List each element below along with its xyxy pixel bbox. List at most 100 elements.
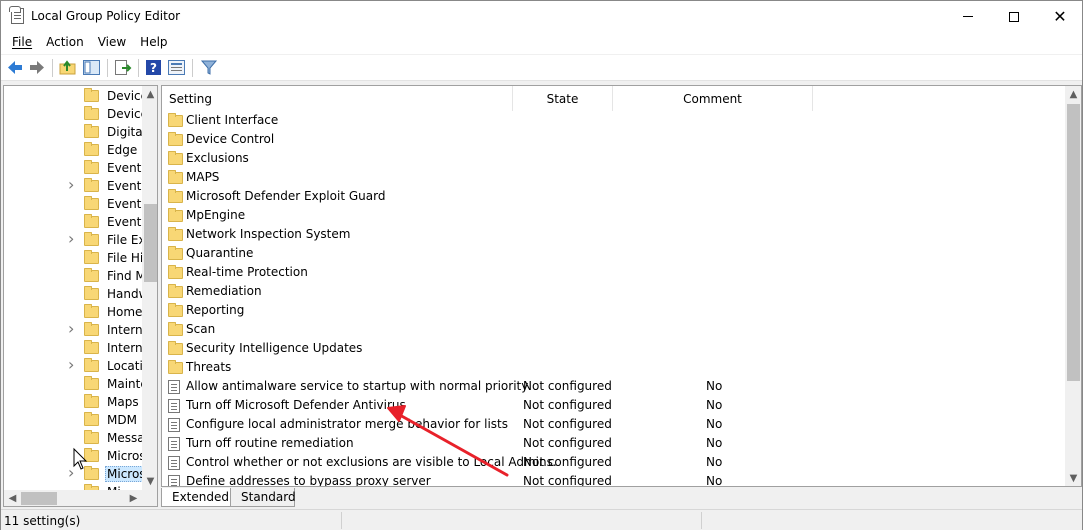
policy-row[interactable]: Turn off routine remediation Not configur… [162, 434, 1062, 453]
tree-pane[interactable]: Device Device Digital Edge U Event F › Event L… [3, 85, 158, 507]
tree-item[interactable]: › File Exp [4, 229, 144, 249]
filter-icon[interactable] [200, 59, 218, 76]
menu-file[interactable]: File [5, 32, 39, 54]
back-arrow-icon[interactable] [6, 59, 24, 76]
tree-item[interactable]: › Interne [4, 319, 144, 339]
show-hide-tree-icon[interactable] [83, 59, 101, 76]
tree-item[interactable]: Maps [4, 393, 144, 411]
column-header-state[interactable]: State [513, 86, 613, 111]
folder-row[interactable]: MpEngine [162, 206, 1062, 225]
policy-row[interactable]: Allow antimalware service to startup wit… [162, 377, 1062, 396]
row-name: Real-time Protection [186, 265, 308, 279]
menu-view[interactable]: View [91, 32, 133, 54]
tree-item[interactable]: Device [4, 87, 144, 105]
folder-icon [84, 304, 99, 318]
menu-action[interactable]: Action [39, 32, 91, 54]
tab-extended[interactable]: Extended [161, 488, 231, 507]
folder-row[interactable]: Security Intelligence Updates [162, 339, 1062, 358]
tree-vertical-scrollbar[interactable]: ▲ ▼ [142, 86, 157, 490]
column-header-comment[interactable]: Comment [613, 86, 813, 111]
status-separator [701, 512, 702, 529]
scroll-thumb[interactable] [1067, 104, 1080, 381]
folder-row[interactable]: Threats [162, 358, 1062, 377]
scroll-left-icon[interactable]: ◀ [4, 490, 21, 506]
folder-icon [84, 322, 99, 336]
scroll-thumb[interactable] [21, 492, 57, 505]
folder-row[interactable]: MAPS [162, 168, 1062, 187]
minimize-button[interactable] [945, 1, 991, 32]
folder-icon [84, 160, 99, 174]
folder-row[interactable]: Network Inspection System [162, 225, 1062, 244]
scroll-up-icon[interactable]: ▲ [142, 86, 157, 103]
policy-row[interactable]: Control whether or not exclusions are vi… [162, 453, 1062, 472]
tree-horizontal-scrollbar[interactable]: ◀ ▶ [4, 490, 157, 506]
tree-item[interactable]: › Micros [4, 463, 145, 483]
tree-item[interactable]: Event L [4, 195, 144, 213]
folder-icon [168, 322, 183, 336]
tree-item[interactable]: › Event L [4, 175, 144, 195]
tree-item[interactable]: Digital [4, 123, 144, 141]
up-folder-icon[interactable] [59, 59, 77, 76]
folder-icon [84, 232, 99, 246]
properties-icon[interactable] [168, 59, 186, 76]
menu-help-label: Help [140, 35, 168, 49]
tree-item[interactable]: Handw [4, 285, 144, 303]
folder-row[interactable]: Client Interface [162, 111, 1062, 130]
scroll-down-icon[interactable]: ▼ [142, 473, 157, 490]
tree-item[interactable]: File His [4, 249, 144, 267]
tree-item[interactable]: Messag [4, 429, 144, 447]
row-name: MAPS [186, 170, 220, 184]
column-header-setting[interactable]: Setting [162, 86, 513, 111]
policy-row[interactable]: Turn off Microsoft Defender Antivirus Not… [162, 396, 1062, 415]
row-name: Microsoft Defender Exploit Guard [186, 189, 386, 203]
scroll-down-icon[interactable]: ▼ [1065, 470, 1081, 486]
tree-item-label: Interne [107, 323, 143, 337]
scroll-right-icon[interactable]: ▶ [125, 490, 142, 506]
export-list-icon[interactable] [114, 59, 132, 76]
policy-row[interactable]: Configure local administrator merge beha… [162, 415, 1062, 434]
folder-row[interactable]: Scan [162, 320, 1062, 339]
folder-row[interactable]: Remediation [162, 282, 1062, 301]
tree-item[interactable]: › Locatio [4, 355, 144, 375]
folder-row[interactable]: Quarantine [162, 244, 1062, 263]
tree-item[interactable]: MDM [4, 411, 144, 429]
tree-item-label: MDM [107, 413, 137, 427]
help-icon[interactable]: ? [145, 59, 163, 76]
maximize-button[interactable] [991, 1, 1037, 32]
title-bar[interactable]: Local Group Policy Editor ✕ [1, 1, 1082, 32]
tree-item-label: HomeG [107, 305, 143, 319]
row-comment: No [706, 379, 723, 393]
folder-icon [168, 246, 183, 260]
expand-chevron-icon[interactable]: › [68, 463, 74, 482]
folder-row[interactable]: Real-time Protection [162, 263, 1062, 282]
expand-chevron-icon[interactable]: › [68, 229, 74, 248]
settings-list-pane[interactable]: Setting State Comment Client Interface De… [161, 85, 1082, 487]
expand-chevron-icon[interactable]: › [68, 175, 74, 194]
tree-item[interactable]: Device [4, 105, 144, 123]
policy-setting-icon [168, 437, 180, 451]
folder-row[interactable]: Reporting [162, 301, 1062, 320]
list-vertical-scrollbar[interactable]: ▲ ▼ [1065, 86, 1081, 486]
folder-icon [168, 341, 183, 355]
menu-help[interactable]: Help [133, 32, 174, 54]
close-button[interactable]: ✕ [1037, 1, 1083, 32]
tree-item[interactable]: Edge U [4, 141, 144, 159]
tab-standard[interactable]: Standard [231, 488, 296, 507]
forward-arrow-icon[interactable] [28, 59, 46, 76]
folder-row[interactable]: Device Control [162, 130, 1062, 149]
tree-item[interactable]: Find M [4, 267, 144, 285]
scroll-up-icon[interactable]: ▲ [1065, 86, 1081, 103]
tree-item[interactable]: Mainte [4, 375, 144, 393]
expand-chevron-icon[interactable]: › [68, 355, 74, 374]
menu-view-label: View [97, 35, 127, 49]
tree-item-label: Device [107, 107, 143, 121]
tree-item-label: File His [107, 251, 143, 265]
tree-item-label: Maps [107, 395, 139, 409]
policy-row[interactable]: Define addresses to bypass proxy server N… [162, 472, 1062, 486]
row-name: Reporting [186, 303, 245, 317]
expand-chevron-icon[interactable]: › [68, 319, 74, 338]
scroll-thumb[interactable] [144, 204, 157, 282]
folder-row[interactable]: Microsoft Defender Exploit Guard [162, 187, 1062, 206]
row-name: Remediation [186, 284, 262, 298]
folder-row[interactable]: Exclusions [162, 149, 1062, 168]
